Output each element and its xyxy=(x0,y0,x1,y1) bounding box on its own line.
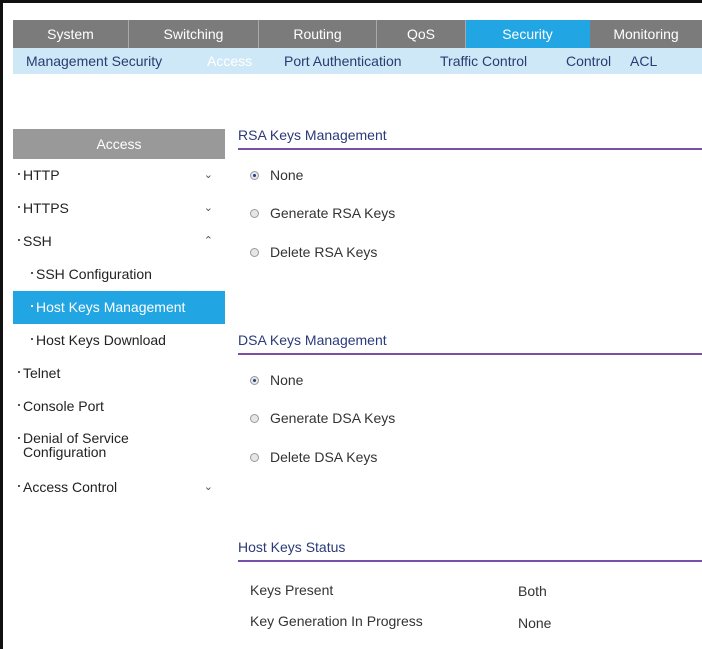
sidebar-item-label: Access Control xyxy=(23,479,118,495)
tab-routing[interactable]: Routing xyxy=(259,20,377,48)
radio-label: Delete RSA Keys xyxy=(270,244,378,260)
radio-label: None xyxy=(270,372,304,388)
radio-label: None xyxy=(270,167,304,183)
rsa-option-delete[interactable]: Delete RSA Keys xyxy=(250,244,377,260)
bullet-icon xyxy=(18,239,20,242)
sidebar-item-http[interactable]: HTTP ⌄ xyxy=(13,159,225,192)
sidebar-item-label: Console Port xyxy=(23,398,104,414)
dsa-option-delete[interactable]: Delete DSA Keys xyxy=(250,449,377,465)
subtab-access[interactable]: Access xyxy=(207,53,252,69)
chevron-down-icon: ⌄ xyxy=(203,481,213,493)
sidebar-item-denial-of-service[interactable]: Denial of Service Configuration xyxy=(13,423,225,471)
rsa-section-divider xyxy=(238,148,702,150)
dsa-option-generate[interactable]: Generate DSA Keys xyxy=(250,410,395,426)
bullet-icon xyxy=(18,206,20,209)
subtab-acl[interactable]: ACL xyxy=(630,53,657,69)
sidebar-item-telnet[interactable]: Telnet xyxy=(13,357,225,390)
tab-monitoring[interactable]: Monitoring xyxy=(590,20,702,48)
radio-label: Generate RSA Keys xyxy=(270,205,396,221)
subtab-traffic-control[interactable]: Traffic Control xyxy=(440,53,527,69)
rsa-option-none[interactable]: None xyxy=(250,167,303,183)
keys-present-value: Both xyxy=(518,583,547,599)
dsa-section-title: DSA Keys Management xyxy=(238,332,387,348)
bullet-icon xyxy=(18,437,20,440)
sidebar-item-ssh-configuration[interactable]: SSH Configuration xyxy=(13,258,225,291)
key-generation-label: Key Generation In Progress xyxy=(250,613,423,629)
sidebar-item-host-keys-management[interactable]: Host Keys Management xyxy=(13,291,225,324)
sidebar-item-host-keys-download[interactable]: Host Keys Download xyxy=(13,324,225,357)
keys-present-label: Keys Present xyxy=(250,582,334,598)
bullet-icon xyxy=(18,404,20,407)
radio-label: Generate DSA Keys xyxy=(270,410,396,426)
bullet-icon xyxy=(18,485,20,488)
sidebar-item-label: HTTPS xyxy=(23,200,69,216)
top-nav: System Switching Routing QoS Security Mo… xyxy=(13,20,702,48)
status-section-title: Host Keys Status xyxy=(238,539,346,555)
bullet-icon xyxy=(31,338,33,341)
sidebar-item-label: Telnet xyxy=(23,365,61,381)
sidebar: Access HTTP ⌄ HTTPS ⌄ SSH ⌃ SSH Configur… xyxy=(13,129,225,504)
radio-button[interactable] xyxy=(250,208,259,218)
bullet-icon xyxy=(18,173,20,176)
sidebar-item-label: SSH Configuration xyxy=(36,266,152,282)
sidebar-item-label: HTTP xyxy=(23,167,60,183)
sidebar-item-https[interactable]: HTTPS ⌄ xyxy=(13,192,225,225)
subtab-control[interactable]: Control xyxy=(566,53,611,69)
bullet-icon xyxy=(31,305,33,308)
sidebar-item-access-control[interactable]: Access Control ⌄ xyxy=(13,471,225,504)
tab-system[interactable]: System xyxy=(13,20,129,48)
sidebar-item-label: Host Keys Management xyxy=(36,299,186,315)
radio-button[interactable] xyxy=(250,413,259,423)
chevron-up-icon: ⌃ xyxy=(203,235,213,247)
sidebar-item-ssh[interactable]: SSH ⌃ xyxy=(13,225,225,258)
sidebar-header: Access xyxy=(13,129,225,159)
dsa-section-divider xyxy=(238,353,702,355)
sidebar-item-label: Host Keys Download xyxy=(36,332,166,348)
bullet-icon xyxy=(31,272,33,275)
tab-security[interactable]: Security xyxy=(466,20,590,48)
radio-label: Delete DSA Keys xyxy=(270,449,378,465)
radio-button-checked[interactable] xyxy=(250,375,259,385)
key-generation-value: None xyxy=(518,615,552,631)
subtab-port-authentication[interactable]: Port Authentication xyxy=(284,53,402,69)
sub-nav: Management Security Access Port Authenti… xyxy=(13,48,702,74)
dsa-option-none[interactable]: None xyxy=(250,372,303,388)
sidebar-item-console-port[interactable]: Console Port xyxy=(13,390,225,423)
tab-switching[interactable]: Switching xyxy=(129,20,259,48)
sidebar-item-label: Denial of Service Configuration xyxy=(23,430,129,460)
radio-button[interactable] xyxy=(250,247,259,257)
radio-button[interactable] xyxy=(250,452,259,462)
status-section-divider xyxy=(238,560,702,562)
bullet-icon xyxy=(18,371,20,374)
radio-button-checked[interactable] xyxy=(250,170,259,180)
rsa-option-generate[interactable]: Generate RSA Keys xyxy=(250,205,395,221)
subtab-management-security[interactable]: Management Security xyxy=(26,53,162,69)
tab-qos[interactable]: QoS xyxy=(377,20,466,48)
chevron-down-icon: ⌄ xyxy=(203,169,213,181)
sidebar-item-label: SSH xyxy=(23,233,52,249)
rsa-section-title: RSA Keys Management xyxy=(238,127,387,143)
chevron-down-icon: ⌄ xyxy=(203,202,213,214)
